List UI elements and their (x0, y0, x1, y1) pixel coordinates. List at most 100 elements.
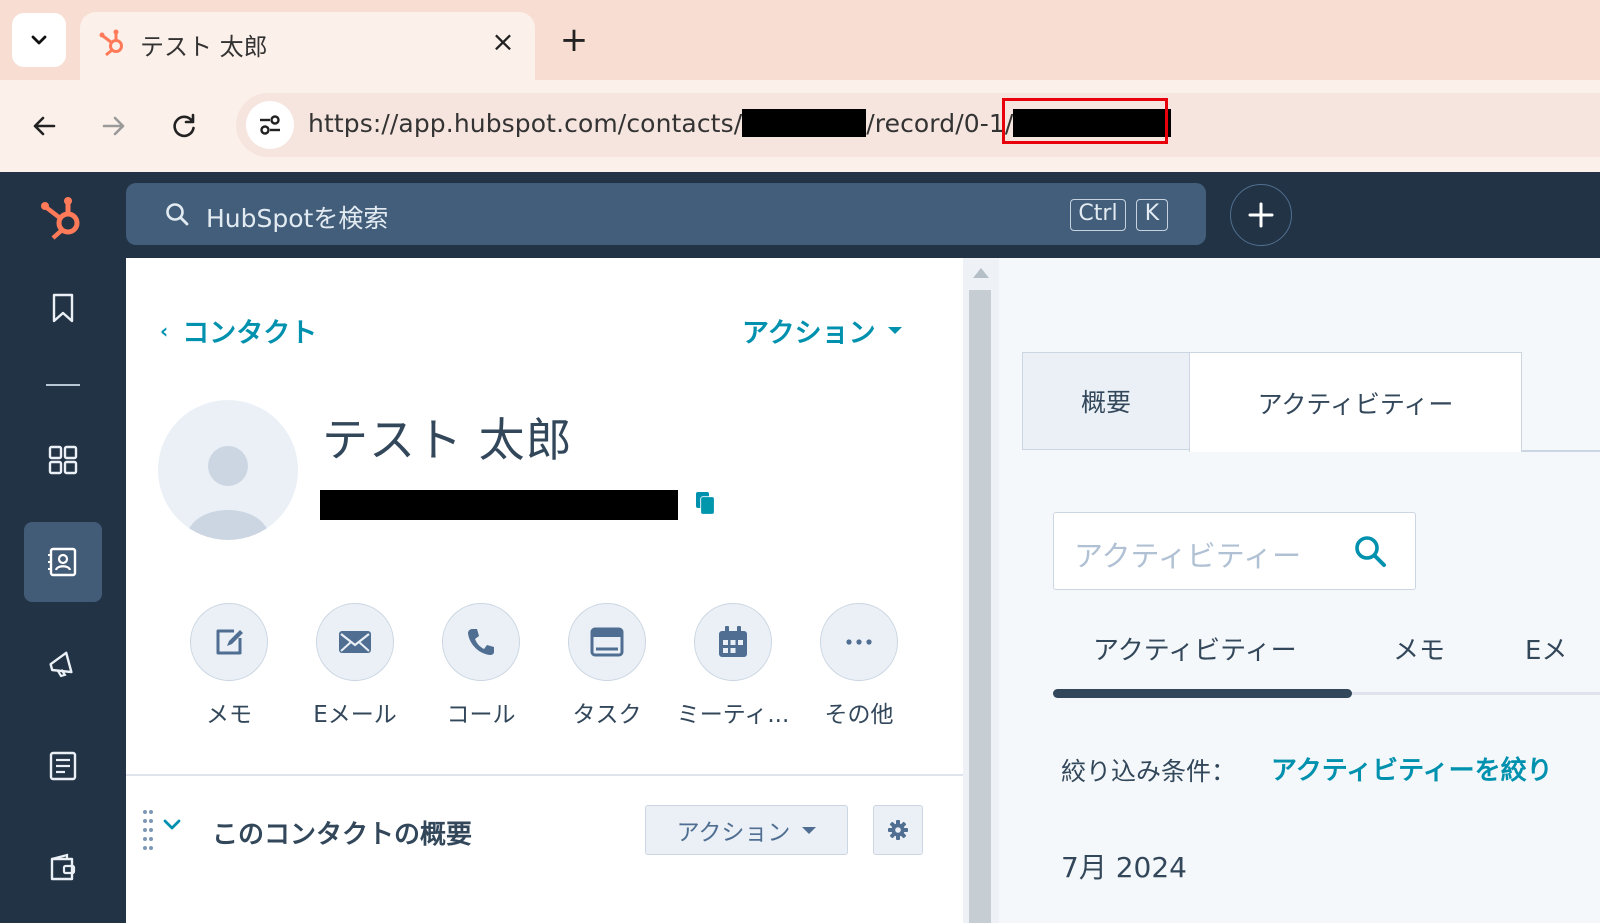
caret-down-icon (887, 327, 902, 334)
new-tab-button[interactable]: + (556, 20, 592, 60)
sidebar-item-content[interactable] (24, 726, 102, 806)
reload-button[interactable] (162, 104, 206, 148)
sidebar-divider (46, 384, 80, 386)
wallet-icon (50, 853, 76, 881)
quick-action-more[interactable]: その他 (799, 603, 919, 729)
sidebar-item-crm[interactable] (24, 522, 102, 602)
quick-action-meeting-label: ミーティ... (676, 702, 790, 728)
record-actions-dropdown[interactable]: アクション (742, 311, 902, 350)
more-icon (846, 639, 872, 645)
hubspot-side-nav (0, 258, 126, 923)
hubspot-favicon-icon (99, 29, 123, 57)
quick-action-task-label: タスク (572, 702, 642, 728)
scroll-up-arrow-icon[interactable] (973, 268, 989, 278)
timeline-month-heading: 7月 2024 (1061, 851, 1187, 884)
person-icon (186, 446, 270, 540)
section-collapse-chevron-icon[interactable] (162, 818, 182, 832)
activity-search-input[interactable]: アクティビティー (1053, 512, 1416, 590)
caret-down-icon (802, 826, 817, 834)
sidebar-item-bookmarks[interactable] (24, 268, 102, 348)
contact-name[interactable]: テスト 太郎 (322, 404, 573, 470)
grid-icon (48, 445, 78, 475)
back-button[interactable] (22, 104, 66, 148)
record-id-highlight-box (1002, 98, 1168, 144)
site-info-button[interactable] (246, 101, 294, 149)
quick-action-call-circle[interactable] (442, 603, 520, 681)
quick-action-call-label: コール (446, 702, 516, 728)
record-left-panel: ‹ コンタクト アクション テスト 太郎 メモ Eメール コール タスク ミーテ… (126, 258, 963, 923)
back-to-contacts-label: コンタクト (182, 318, 318, 349)
calendar-icon (719, 626, 747, 657)
url-segment-path: /record/0-1/ (866, 109, 1014, 138)
content-icon (49, 751, 77, 781)
quick-action-task[interactable]: タスク (547, 603, 667, 729)
browser-tab-active[interactable]: テスト 太郎 × (80, 12, 535, 80)
search-icon[interactable] (1352, 533, 1388, 569)
hubspot-logo-icon[interactable] (38, 192, 90, 244)
sidebar-item-workspaces[interactable] (24, 420, 102, 500)
create-button[interactable] (1230, 184, 1292, 246)
task-icon (590, 627, 624, 657)
quick-action-note[interactable]: メモ (169, 603, 289, 729)
quick-action-call[interactable]: コール (421, 603, 541, 729)
section-settings-button[interactable] (873, 805, 923, 855)
chevron-down-icon (31, 35, 47, 45)
filter-label: 絞り込み条件： (1061, 757, 1237, 786)
activity-search-placeholder: アクティビティー (1074, 539, 1302, 573)
plus-icon (1248, 202, 1274, 228)
browser-tabstrip: テスト 太郎 × + (0, 0, 1600, 80)
global-search-input[interactable]: HubSpotを検索 Ctrl K (126, 183, 1206, 245)
address-bar[interactable]: https://app.hubspot.com/contacts/ /record… (236, 93, 1600, 157)
subtab-active-indicator (1053, 689, 1352, 698)
section-title[interactable]: このコンタクトの概要 (212, 814, 472, 851)
quick-action-email-label: Eメール (313, 702, 397, 728)
subtab-activities[interactable]: アクティビティー (1093, 630, 1297, 667)
quick-action-task-circle[interactable] (568, 603, 646, 681)
arrow-left-icon (33, 116, 56, 136)
section-actions-label: アクション (676, 820, 791, 846)
left-panel-scrollbar[interactable] (963, 258, 999, 923)
quick-action-meeting[interactable]: ミーティ... (673, 603, 793, 729)
drag-handle-icon[interactable] (142, 808, 154, 852)
edit-icon (216, 629, 243, 655)
phone-icon (468, 629, 494, 655)
tab-list-button[interactable] (12, 13, 66, 67)
kbd-ctrl: Ctrl (1070, 199, 1126, 231)
tab-activities[interactable]: アクティビティー (1189, 352, 1522, 452)
quick-action-email[interactable]: Eメール (295, 603, 415, 729)
back-to-contacts-link[interactable]: ‹ コンタクト (160, 311, 317, 350)
section-actions-button[interactable]: アクション (645, 805, 848, 855)
email-icon (339, 631, 371, 653)
search-placeholder: HubSpotを検索 (206, 204, 389, 233)
subtab-notes[interactable]: メモ (1393, 630, 1445, 667)
filter-activities-link[interactable]: アクティビティーを絞り (1271, 750, 1553, 787)
gear-icon (888, 820, 908, 840)
sidebar-item-marketing[interactable] (24, 624, 102, 704)
hubspot-top-nav: HubSpotを検索 Ctrl K (0, 172, 1600, 258)
quick-action-more-circle[interactable] (820, 603, 898, 681)
record-middle-panel: 概要 アクティビティー アクティビティー アクティビティー メモ Eメ 絞り込み… (999, 258, 1600, 923)
section-divider (126, 774, 963, 776)
kbd-k: K (1136, 199, 1168, 231)
tab-close-button[interactable]: × (488, 25, 518, 58)
tab-overview[interactable]: 概要 (1022, 352, 1190, 450)
arrow-right-icon (102, 116, 125, 136)
subtab-emails[interactable]: Eメ (1525, 630, 1567, 667)
scrollbar-thumb[interactable] (969, 290, 991, 923)
reload-icon (173, 113, 195, 138)
tab-baseline (1521, 450, 1600, 452)
copy-icon[interactable] (694, 490, 716, 516)
chevron-left-icon: ‹ (160, 318, 169, 343)
sidebar-item-commerce[interactable] (24, 828, 102, 908)
redacted-portal-id (742, 109, 867, 137)
forward-button[interactable] (92, 104, 136, 148)
search-icon (166, 203, 189, 226)
tune-icon (260, 115, 280, 135)
contacts-icon (48, 547, 77, 577)
contact-avatar[interactable] (158, 400, 298, 540)
quick-action-meeting-circle[interactable] (694, 603, 772, 681)
quick-action-email-circle[interactable] (316, 603, 394, 681)
tab-title: テスト 太郎 (140, 33, 268, 61)
browser-toolbar: https://app.hubspot.com/contacts/ /record… (0, 80, 1600, 172)
quick-action-note-circle[interactable] (190, 603, 268, 681)
